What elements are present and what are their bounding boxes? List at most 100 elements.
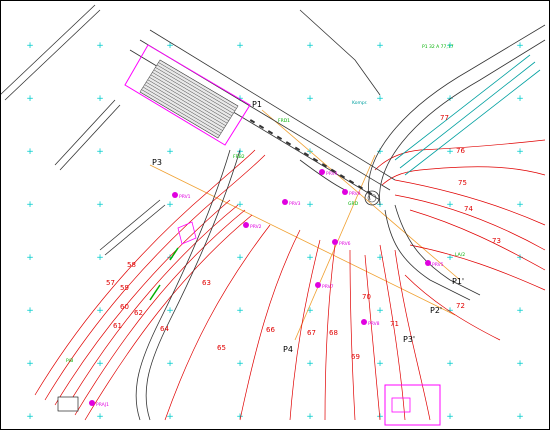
grid-cross: + [306, 200, 314, 210]
contour-label: 71 [390, 320, 399, 328]
borehole-marker [89, 400, 95, 406]
grid-cross: + [26, 200, 34, 210]
grid-cross: + [96, 253, 104, 263]
road-markers [249, 119, 373, 195]
contour-label: 57 [106, 279, 115, 287]
grid-cross: + [96, 147, 104, 157]
grid-cross: + [236, 359, 244, 369]
contour-label: 75 [458, 179, 467, 187]
borehole-marker [282, 199, 288, 205]
site-plan-map[interactable]: + + + + + + + + + + + + + + + + + + + + + + + + + + + + + + + + + + + + + + + +… [0, 0, 550, 430]
contour-label: 65 [217, 344, 226, 352]
green-label: FRB2 [233, 154, 245, 160]
grid-cross: + [96, 200, 104, 210]
grid-cross: + [306, 94, 314, 104]
contour-label: 69 [351, 353, 360, 361]
grid-cross: + [516, 306, 524, 316]
profile-label: P3 [152, 158, 162, 167]
green-label: FRD1 [278, 118, 290, 124]
contour-label: 73 [492, 237, 501, 245]
contour-label: 62 [134, 309, 143, 317]
contour-label: 58 [127, 261, 136, 269]
contour-label: 74 [464, 205, 473, 213]
contour-label: 59 [120, 284, 129, 292]
grid-cross: + [446, 359, 454, 369]
borehole-marker [425, 260, 431, 266]
borehole-marker [361, 319, 367, 325]
borehole-label: PRV6 [339, 241, 351, 247]
grid-cross: + [516, 359, 524, 369]
contour-label: 68 [329, 329, 338, 337]
grid-cross: + [516, 41, 524, 51]
road-marker [267, 130, 274, 135]
grid-cross: + [376, 94, 384, 104]
grid-cross: + [516, 412, 524, 422]
contour-label: 61 [113, 322, 122, 330]
grid-cross: + [306, 253, 314, 263]
borehole-marker [332, 239, 338, 245]
borehole-label: PRV3 [289, 201, 301, 207]
grid-cross: + [516, 147, 524, 157]
grid-cross: + [96, 306, 104, 316]
grid-cross: + [236, 253, 244, 263]
profile-label: P2' [430, 306, 442, 315]
profile-line-p1 [261, 109, 461, 281]
building-south [384, 384, 441, 426]
green-label: LA/2 [455, 252, 465, 258]
profile-label: P3' [403, 335, 415, 344]
facility-label: Kompr. [352, 100, 368, 106]
borehole-label: PRV7 [322, 284, 334, 290]
map-labels: P1 P1' P2' P3 P3' P4 57 58 59 60 61 62 63 64 65 66 67 68 6… [66, 44, 501, 408]
grid-cross: + [96, 412, 104, 422]
grid-cross: + [306, 412, 314, 422]
grid-cross: + [26, 147, 34, 157]
contour-label: 72 [456, 302, 465, 310]
borehole-marker [243, 222, 249, 228]
borehole-label: PRV2 [250, 224, 262, 230]
legend-box [57, 396, 79, 412]
contour-label: 66 [266, 326, 275, 334]
borehole-label: PRV9 [349, 191, 361, 197]
coordinate-grid: + + + + + + + + + + + + + + + + + + + + + + + + + + + + + + + + + + + + + + + +… [26, 41, 524, 422]
borehole-label: PRAJ1 [96, 402, 109, 408]
contour-label: 77 [440, 114, 449, 122]
contour-label: 63 [202, 279, 211, 287]
grid-cross: + [236, 200, 244, 210]
building-south-inner [391, 397, 411, 413]
contour-label: 76 [456, 147, 465, 155]
contour-label: 70 [362, 293, 371, 301]
grid-cross: + [166, 359, 174, 369]
borehole-marker [342, 189, 348, 195]
grid-cross: + [236, 41, 244, 51]
borehole-label: PRV5 [432, 262, 444, 268]
green-label: P1 32 A 77,77 [422, 44, 454, 50]
grid-cross: + [26, 94, 34, 104]
borehole-marker [172, 192, 178, 198]
grid-cross: + [516, 200, 524, 210]
railway [394, 54, 541, 176]
grid-cross: + [446, 412, 454, 422]
borehole-label: PRV4 [326, 171, 338, 177]
borehole-label: PRV1 [179, 194, 191, 200]
green-label: P/B [66, 358, 73, 364]
borehole-marker [315, 282, 321, 288]
grid-cross: + [26, 412, 34, 422]
road-marker [258, 124, 265, 129]
profile-label: P1 [252, 100, 262, 109]
main-building-hatch [139, 59, 239, 139]
contour-label: 67 [307, 329, 316, 337]
borehole-marker [319, 169, 325, 175]
contour-label: 64 [160, 325, 169, 333]
grid-cross: + [166, 253, 174, 263]
green-label: GRD [348, 201, 359, 207]
profile-label: P4 [283, 345, 293, 354]
grid-cross: + [376, 306, 384, 316]
grid-cross: + [96, 94, 104, 104]
grid-cross: + [376, 41, 384, 51]
grid-cross: + [26, 253, 34, 263]
grid-cross: + [166, 200, 174, 210]
grid-cross: + [376, 147, 384, 157]
borehole-label: PRV8 [368, 321, 380, 327]
grid-cross: + [376, 359, 384, 369]
profile-lines [149, 109, 461, 341]
